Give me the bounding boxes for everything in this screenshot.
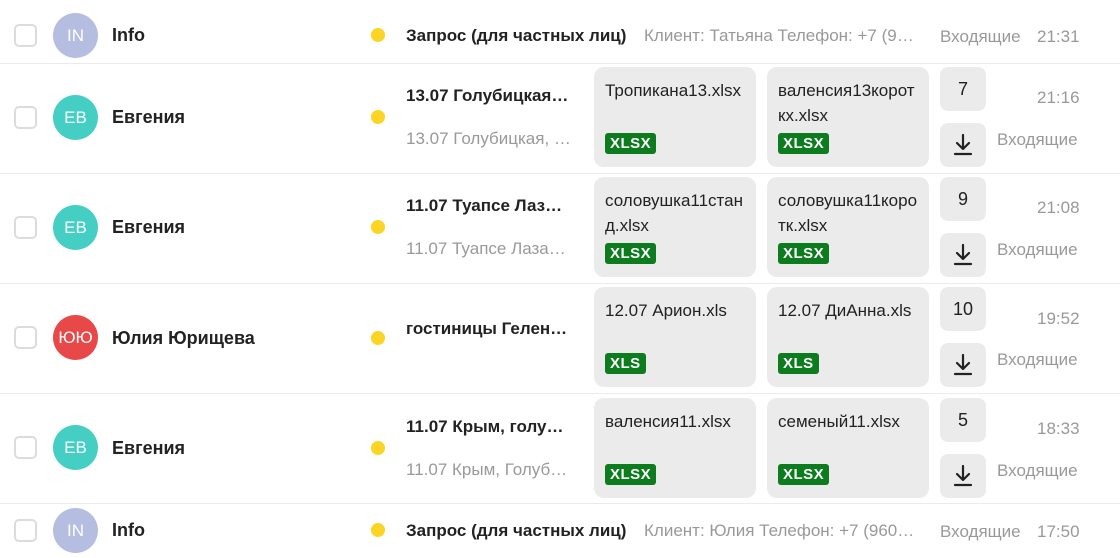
download-icon — [953, 353, 973, 376]
attachment-name: 12.07 Арион.xls — [605, 301, 727, 320]
subject: Запрос (для частных лиц) — [406, 26, 627, 45]
attachment-count-button[interactable]: 5 — [940, 398, 986, 442]
message-row[interactable]: IN Info Запрос (для частных лиц) Клиент:… — [0, 504, 1120, 558]
select-checkbox[interactable] — [14, 436, 37, 459]
sender-name: Евгения — [112, 217, 186, 237]
subject: 11.07 Туапсе Лаз… — [406, 196, 563, 215]
avatar: ЕВ — [53, 205, 98, 250]
attachment-name: семеный11.xlsx — [778, 412, 900, 431]
folder-label: Входящие — [940, 27, 1021, 46]
attachment-card[interactable]: семеный11.xlsx XLSX — [767, 398, 929, 498]
attachment-count-button[interactable]: 9 — [940, 177, 986, 221]
subject: гостиницы Гелен… — [406, 319, 568, 338]
file-type-badge: XLSX — [605, 464, 657, 485]
file-type-badge: XLS — [605, 353, 646, 374]
folder-label: Входящие — [940, 522, 1021, 541]
snippet: Клиент: Татьяна Телефон: +7 (9… — [644, 26, 914, 45]
attachment-name: соловушка11станд.xlsx — [605, 191, 743, 235]
attachment-name: валенсия11.xlsx — [605, 412, 731, 431]
attachment-card[interactable]: валенсия11.xlsx XLSX — [594, 398, 756, 498]
unread-dot[interactable] — [371, 110, 385, 124]
attachment-card[interactable]: 12.07 Арион.xls XLS — [594, 287, 756, 387]
select-checkbox[interactable] — [14, 216, 37, 239]
select-checkbox[interactable] — [14, 519, 37, 542]
file-type-badge: XLSX — [605, 133, 657, 154]
message-row[interactable]: ЮЮ Юлия Юрищева гостиницы Гелен… 12.07 А… — [0, 284, 1120, 394]
snippet: 11.07 Крым, Голуб… — [406, 460, 568, 479]
attachment-name: соловушка11коротк.xlsx — [778, 191, 918, 235]
folder-label: Входящие — [997, 130, 1078, 149]
attachment-count-button[interactable]: 7 — [940, 67, 986, 111]
time: 21:16 — [1037, 88, 1080, 107]
download-icon — [953, 243, 973, 266]
sender-name: Евгения — [112, 107, 186, 127]
snippet: 11.07 Туапсе Лаза… — [406, 239, 566, 258]
attachment-card[interactable]: соловушка11станд.xlsx XLSX — [594, 177, 756, 277]
avatar: ЕВ — [53, 95, 98, 140]
file-type-badge: XLS — [778, 353, 819, 374]
file-type-badge: XLSX — [778, 243, 830, 264]
download-button[interactable] — [940, 343, 986, 387]
download-icon — [953, 464, 973, 487]
attachment-card[interactable]: Тропикана13.xlsx XLSX — [594, 67, 756, 167]
sender-name: Юлия Юрищева — [112, 328, 255, 348]
snippet: Клиент: Юлия Телефон: +7 (960… — [644, 521, 915, 540]
select-checkbox[interactable] — [14, 24, 37, 47]
folder-label: Входящие — [997, 350, 1078, 369]
attachment-name: валенсия13короткх.xlsx — [778, 81, 915, 125]
avatar: ЕВ — [53, 425, 98, 470]
download-button[interactable] — [940, 454, 986, 498]
attachment-name: Тропикана13.xlsx — [605, 81, 742, 100]
select-checkbox[interactable] — [14, 326, 37, 349]
subject: 11.07 Крым, голу… — [406, 417, 564, 436]
avatar: IN — [53, 508, 98, 553]
attachment-card[interactable]: валенсия13короткх.xlsx XLSX — [767, 67, 929, 167]
avatar: IN — [53, 13, 98, 58]
unread-dot[interactable] — [371, 220, 385, 234]
time: 18:33 — [1037, 419, 1080, 438]
unread-dot[interactable] — [371, 331, 385, 345]
unread-dot[interactable] — [371, 523, 385, 537]
file-type-badge: XLSX — [778, 464, 830, 485]
subject: Запрос (для частных лиц) — [406, 521, 627, 540]
message-row[interactable]: ЕВ Евгения 11.07 Туапсе Лаз… 11.07 Туапс… — [0, 174, 1120, 284]
time: 21:08 — [1037, 198, 1080, 217]
snippet: 13.07 Голубицкая, … — [406, 129, 571, 148]
attachment-count-button[interactable]: 10 — [940, 287, 986, 331]
file-type-badge: XLSX — [605, 243, 657, 264]
message-row[interactable]: IN Info Запрос (для частных лиц) Клиент:… — [0, 0, 1120, 64]
attachment-name: 12.07 ДиАнна.xls — [778, 301, 912, 320]
attachment-card[interactable]: соловушка11коротк.xlsx XLSX — [767, 177, 929, 277]
attachment-card[interactable]: 12.07 ДиАнна.xls XLS — [767, 287, 929, 387]
sender-name: Info — [112, 520, 145, 540]
unread-dot[interactable] — [371, 441, 385, 455]
unread-dot[interactable] — [371, 28, 385, 42]
select-checkbox[interactable] — [14, 106, 37, 129]
subject: 13.07 Голубицкая… — [406, 86, 569, 105]
message-row[interactable]: ЕВ Евгения 11.07 Крым, голу… 11.07 Крым,… — [0, 394, 1120, 504]
file-type-badge: XLSX — [778, 133, 830, 154]
time: 21:31 — [1037, 27, 1080, 46]
sender-name: Info — [112, 25, 145, 45]
time: 19:52 — [1037, 309, 1080, 328]
download-button[interactable] — [940, 233, 986, 277]
folder-label: Входящие — [997, 240, 1078, 259]
sender-name: Евгения — [112, 438, 186, 458]
message-row[interactable]: ЕВ Евгения 13.07 Голубицкая… 13.07 Голуб… — [0, 64, 1120, 174]
avatar: ЮЮ — [53, 315, 98, 360]
time: 17:50 — [1037, 522, 1080, 541]
folder-label: Входящие — [997, 461, 1078, 480]
download-button[interactable] — [940, 123, 986, 167]
download-icon — [953, 133, 973, 156]
